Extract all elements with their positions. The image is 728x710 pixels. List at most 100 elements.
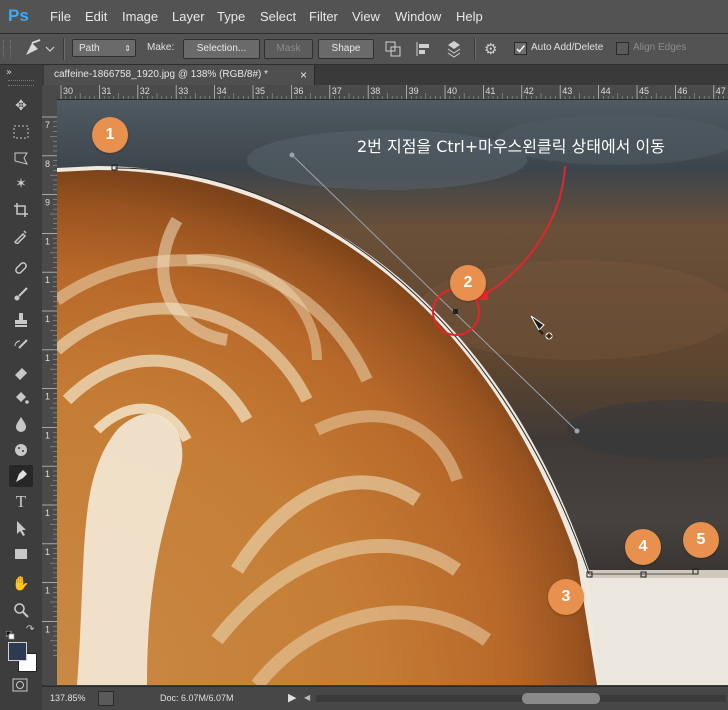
menu-select[interactable]: Select [260,0,296,33]
marquee-tool-icon[interactable] [9,121,33,143]
h-ruler-label: 36 [293,86,303,96]
h-ruler-label: 37 [332,86,342,96]
crop-tool-icon[interactable] [9,199,33,221]
v-ruler-label: 9 [45,198,50,208]
default-colors-icon[interactable] [5,625,15,640]
v-ruler-label: 1 [45,236,50,246]
gear-icon[interactable]: ⚙ [484,39,508,59]
zoom-tool-icon[interactable] [9,599,33,621]
scroll-left-icon[interactable]: ◀ [304,687,310,709]
v-ruler-label: 1 [45,430,50,440]
menu-type[interactable]: Type [217,0,245,33]
sponge-tool-icon[interactable] [9,439,33,461]
v-ruler-label: 1 [45,353,50,363]
type-tool-icon[interactable]: T [9,491,33,513]
options-bar-grip[interactable] [3,40,11,58]
make-mask-button[interactable]: Mask [264,39,313,59]
v-ruler-label: 1 [45,508,50,518]
pen-tool-preset-icon[interactable] [20,37,56,59]
h-ruler-label: 40 [447,86,457,96]
hand-tool-icon[interactable]: ✋ [9,573,33,595]
blur-tool-icon[interactable] [9,413,33,435]
tool-mode-select[interactable]: Path ⇕ [72,39,136,57]
clone-stamp-tool-icon[interactable] [9,309,33,331]
horizontal-ruler[interactable]: 30 31 32 33 34 35 36 37 38 39 40 41 42 43 44 45 46 47 [57,85,728,100]
h-ruler-label: 41 [485,86,495,96]
toolbox-expand-icon[interactable]: » [6,67,12,78]
step-marker-4: 4 [625,529,661,565]
status-bar: 137.85% Doc: 6.07M/6.07M ▶ ◀ [42,686,728,710]
menu-filter[interactable]: Filter [309,0,338,33]
path-operations-icon[interactable] [383,39,405,59]
menu-edit[interactable]: Edit [85,0,107,33]
horizontal-scrollbar-thumb[interactable] [522,693,600,704]
make-shape-button[interactable]: Shape [318,39,374,59]
swap-colors-icon[interactable]: ↷ [26,625,36,635]
h-ruler-label: 30 [63,86,73,96]
h-ruler-label: 39 [409,86,419,96]
doc-size: Doc: 6.07M/6.07M [160,693,234,703]
h-ruler-label: 32 [140,86,150,96]
auto-add-delete-label: Auto Add/Delete [531,42,604,53]
menu-image[interactable]: Image [122,0,158,33]
document-tab-title: caffeine-1866758_1920.jpg @ 138% (RGB/8#… [54,69,268,80]
move-tool-icon[interactable]: ✥ [9,95,33,117]
menu-view[interactable]: View [352,0,380,33]
step-marker-1: 1 [92,117,128,153]
menu-help[interactable]: Help [456,0,483,33]
toolbox: » ✥ ✶ T ✋ ↷ [0,65,43,709]
photoshop-logo: Ps [8,6,29,25]
path-selection-tool-icon[interactable] [9,517,33,539]
close-tab-icon[interactable]: × [300,65,307,85]
foreground-color-swatch[interactable] [8,642,27,661]
auto-add-delete-checkbox[interactable] [514,42,527,55]
v-ruler-label: 1 [45,314,50,324]
separator [63,38,65,60]
v-ruler-label: 1 [45,392,50,402]
v-ruler-label: 1 [45,624,50,634]
path-arrangement-icon[interactable] [442,39,466,59]
eyedropper-tool-icon[interactable] [9,225,33,247]
menu-file[interactable]: File [50,0,71,33]
h-ruler-label: 42 [524,86,534,96]
brush-tool-icon[interactable] [9,283,33,305]
h-ruler-label: 43 [562,86,572,96]
make-label: Make: [147,42,175,53]
quick-mask-icon[interactable] [12,677,28,692]
toolbox-grip[interactable] [8,80,34,86]
status-menu-arrow-icon[interactable]: ▶ [288,687,296,709]
h-ruler-label: 34 [217,86,227,96]
lasso-tool-icon[interactable] [9,147,33,169]
h-ruler-label: 47 [716,86,726,96]
h-ruler-label: 31 [101,86,111,96]
instruction-annotation: 2번 지점을 Ctrl+마우스왼클릭 상태에서 이동 [357,137,665,156]
document-tab[interactable]: caffeine-1866758_1920.jpg @ 138% (RGB/8#… [44,65,315,85]
paint-bucket-tool-icon[interactable] [9,387,33,409]
make-selection-button[interactable]: Selection... [183,39,260,59]
history-brush-tool-icon[interactable] [9,335,33,357]
horizontal-scrollbar-track[interactable] [316,695,726,702]
rectangle-tool-icon[interactable] [9,543,33,565]
share-icon[interactable] [98,691,114,706]
v-ruler-label: 1 [45,586,50,596]
h-ruler-label: 38 [370,86,380,96]
h-ruler-label: 46 [677,86,687,96]
document-canvas[interactable]: 1 2 3 4 5 2번 지점을 Ctrl+마우스왼클릭 상태에서 이동 [57,100,728,685]
pen-tool-icon[interactable] [9,465,33,487]
h-ruler-label: 35 [255,86,265,96]
magic-wand-tool-icon[interactable]: ✶ [9,173,33,195]
path-alignment-icon[interactable] [413,39,435,59]
h-ruler-label: 45 [639,86,649,96]
h-ruler-label: 44 [601,86,611,96]
zoom-level[interactable]: 137.85% [50,687,86,709]
vertical-ruler[interactable]: 7 8 9 1 1 1 1 1 1 1 1 1 1 1 [42,99,58,685]
eraser-tool-icon[interactable] [9,361,33,383]
align-edges-checkbox[interactable] [616,42,629,55]
healing-brush-tool-icon[interactable] [9,257,33,279]
ruler-origin[interactable] [42,85,57,99]
step-marker-3: 3 [548,579,584,615]
menu-layer[interactable]: Layer [172,0,205,33]
v-ruler-label: 1 [45,469,50,479]
canvas-image [57,100,728,685]
menu-window[interactable]: Window [395,0,441,33]
